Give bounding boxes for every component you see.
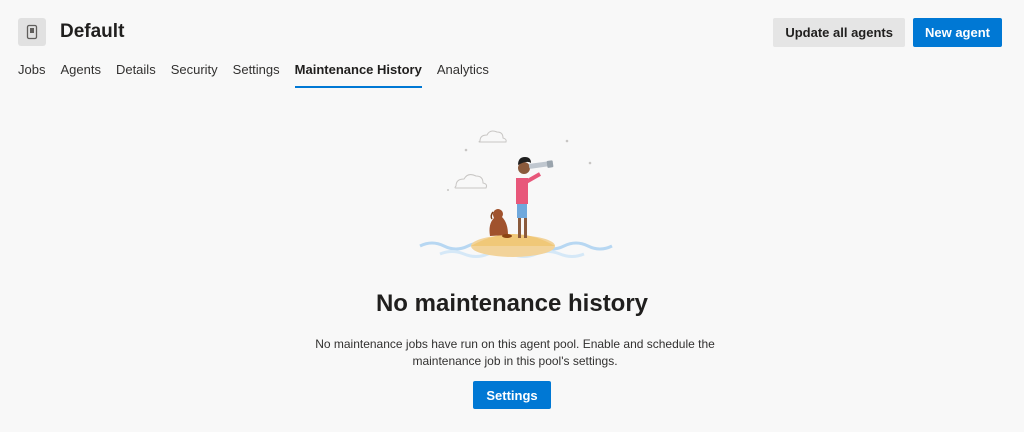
tab-details[interactable]: Details (116, 62, 156, 88)
dog-icon (489, 209, 512, 238)
empty-state-title: No maintenance history (375, 290, 649, 317)
tab-settings[interactable]: Settings (233, 62, 280, 88)
empty-state-description: No maintenance jobs have run on this age… (315, 337, 715, 368)
title-group: Default (18, 18, 124, 46)
tab-agents[interactable]: Agents (60, 62, 100, 88)
header-actions: Update all agents New agent (773, 17, 1002, 47)
update-all-agents-button[interactable]: Update all agents (773, 17, 905, 47)
tab-maintenance-history[interactable]: Maintenance History (294, 62, 422, 88)
agent-pool-icon (18, 18, 46, 46)
tab-security[interactable]: Security (171, 62, 218, 88)
empty-state-illustration (419, 130, 613, 258)
tab-jobs[interactable]: Jobs (18, 62, 45, 88)
person-with-telescope-icon (516, 157, 554, 238)
tab-bar: Jobs Agents Details Security Settings Ma… (18, 62, 489, 88)
page-header: Default Update all agents New agent (18, 16, 1002, 48)
new-agent-button[interactable]: New agent (912, 17, 1002, 47)
cloud-icon (478, 130, 507, 143)
cloud-icon (454, 174, 488, 189)
page-title: Default (60, 21, 125, 42)
settings-button[interactable]: Settings (473, 381, 551, 409)
tab-analytics[interactable]: Analytics (437, 62, 489, 88)
empty-state-actions: Settings (0, 381, 1024, 409)
